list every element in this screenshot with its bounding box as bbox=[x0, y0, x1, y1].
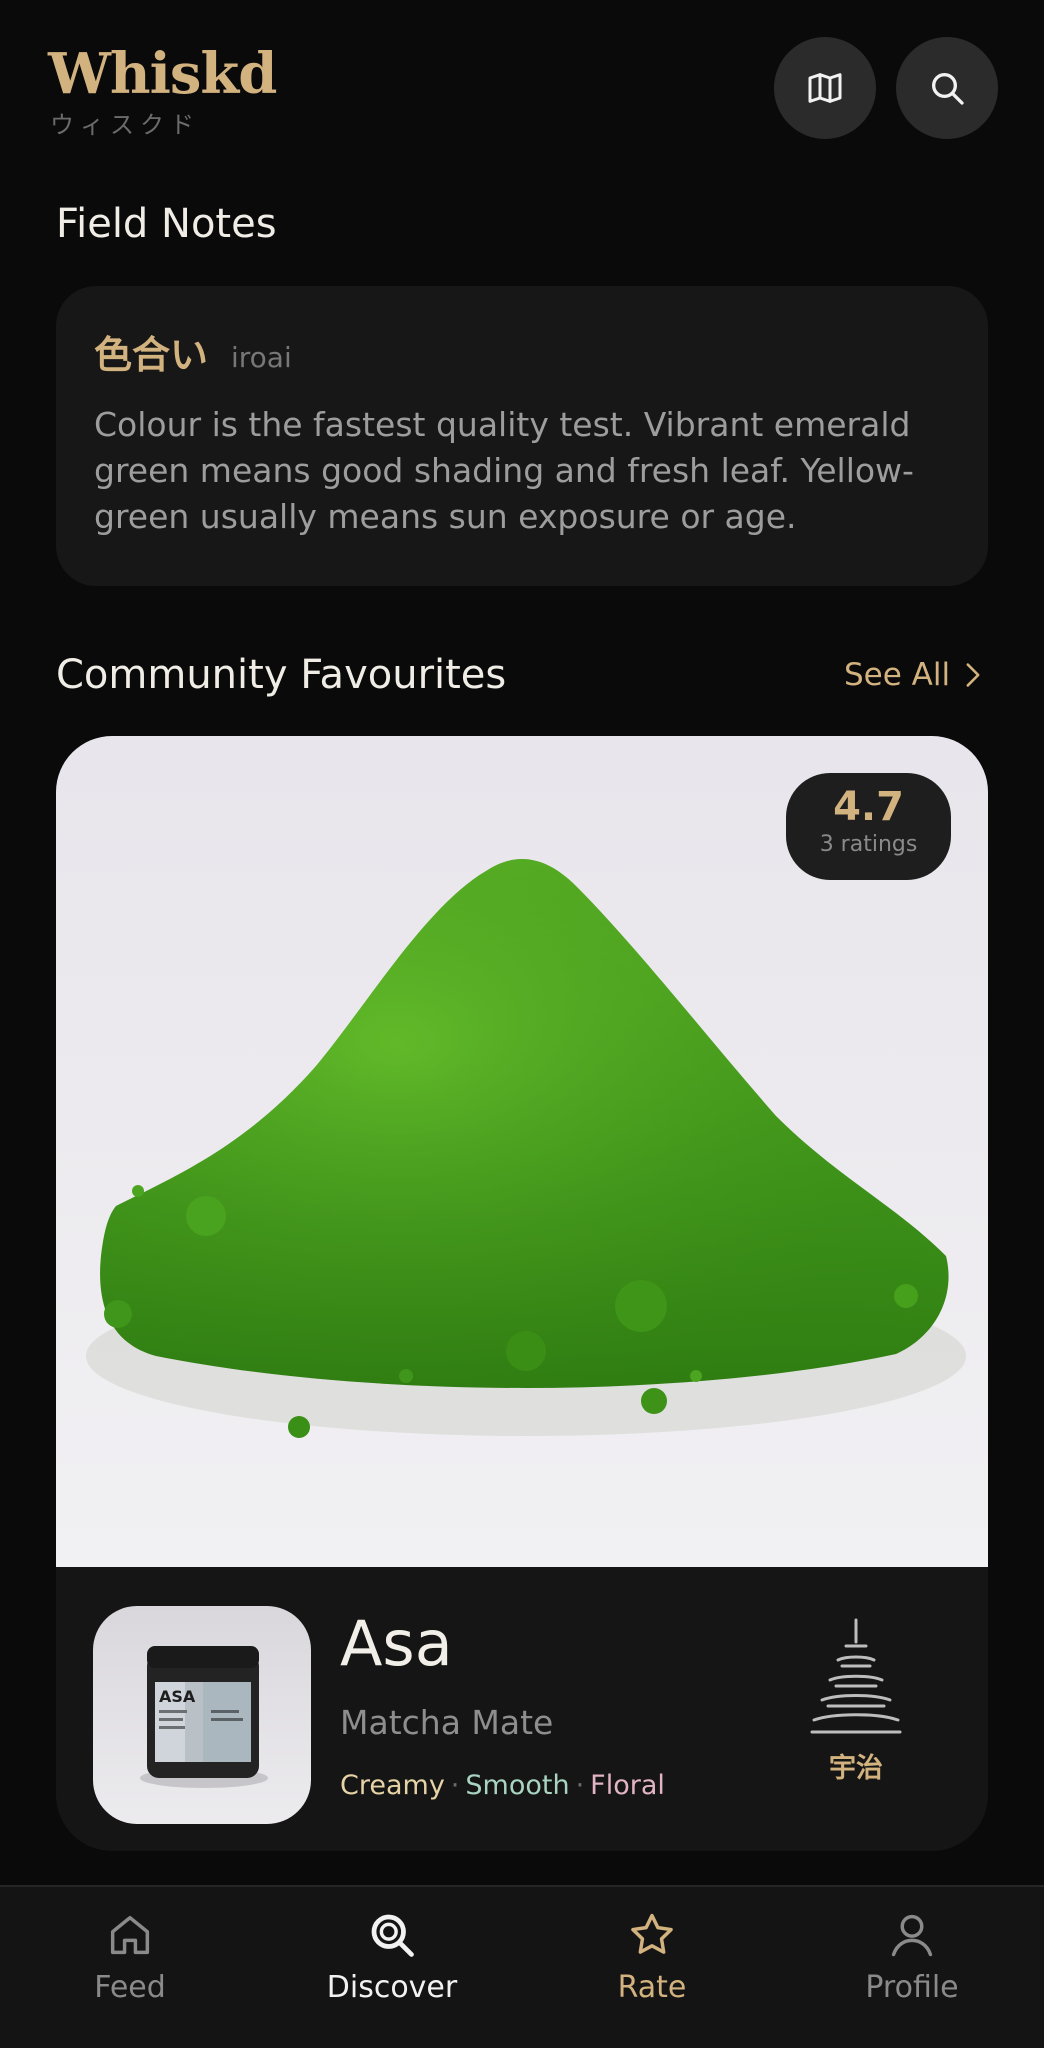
field-notes-title: Field Notes bbox=[56, 201, 277, 247]
product-name: Asa bbox=[340, 1607, 453, 1680]
map-button[interactable] bbox=[774, 37, 876, 139]
ratings-count: 3 ratings bbox=[819, 832, 918, 857]
rating-badge: 4.7 3 ratings bbox=[786, 773, 951, 880]
product-brand: Matcha Mate bbox=[340, 1703, 554, 1742]
app-header: Whiskd ウィスクド bbox=[0, 0, 1044, 160]
nav-profile-label: Profile bbox=[865, 1970, 959, 2005]
featured-product-card[interactable]: 4.7 3 ratings ASA Asa Matcha Mate Creamy… bbox=[56, 736, 988, 1851]
origin-region: 宇治 bbox=[796, 1616, 916, 1786]
rating-value: 4.7 bbox=[833, 784, 904, 830]
community-favourites-title: Community Favourites bbox=[56, 652, 507, 698]
search-icon bbox=[371, 1914, 414, 1957]
see-all-link[interactable]: See All bbox=[844, 655, 982, 695]
user-icon bbox=[891, 1914, 933, 1957]
see-all-label: See All bbox=[844, 657, 951, 693]
jar-label: ASA bbox=[159, 1687, 196, 1706]
app-logo: Whiskd bbox=[48, 41, 277, 107]
field-note-card: 色合い iroai Colour is the fastest quality … bbox=[56, 286, 988, 586]
product-hero-image: 4.7 3 ratings bbox=[56, 736, 988, 1567]
nav-feed[interactable]: Feed bbox=[30, 1909, 230, 2007]
nav-feed-label: Feed bbox=[94, 1970, 166, 2005]
home-icon bbox=[110, 1915, 150, 1955]
note-romaji: iroai bbox=[231, 341, 292, 374]
note-term: 色合い bbox=[94, 333, 209, 377]
nav-discover-label: Discover bbox=[326, 1970, 458, 2005]
product-thumbnail: ASA bbox=[93, 1606, 311, 1824]
chevron-right-icon bbox=[966, 663, 980, 687]
region-label: 宇治 bbox=[829, 1753, 883, 1784]
tag-creamy: Creamy bbox=[340, 1770, 445, 1801]
nav-rate[interactable]: Rate bbox=[552, 1909, 752, 2007]
map-icon bbox=[808, 73, 842, 103]
tag-smooth: Smooth bbox=[465, 1770, 570, 1801]
app-logo-katakana: ウィスクド bbox=[50, 111, 200, 139]
bottom-navigation: Feed Discover Rate Profile bbox=[0, 1885, 1044, 2048]
note-body: Colour is the fastest quality test. Vibr… bbox=[94, 405, 914, 536]
star-icon bbox=[631, 1913, 673, 1954]
tag-separator: · bbox=[575, 1770, 585, 1801]
nav-profile[interactable]: Profile bbox=[812, 1909, 1012, 2007]
tag-separator: · bbox=[450, 1770, 460, 1801]
nav-discover[interactable]: Discover bbox=[292, 1909, 492, 2007]
search-button[interactable] bbox=[896, 37, 998, 139]
tag-floral: Floral bbox=[590, 1770, 665, 1801]
nav-rate-label: Rate bbox=[617, 1970, 687, 2005]
search-icon bbox=[932, 73, 964, 105]
pagoda-icon bbox=[810, 1618, 902, 1734]
flavour-tags: Creamy · Smooth · Floral bbox=[340, 1766, 665, 1806]
